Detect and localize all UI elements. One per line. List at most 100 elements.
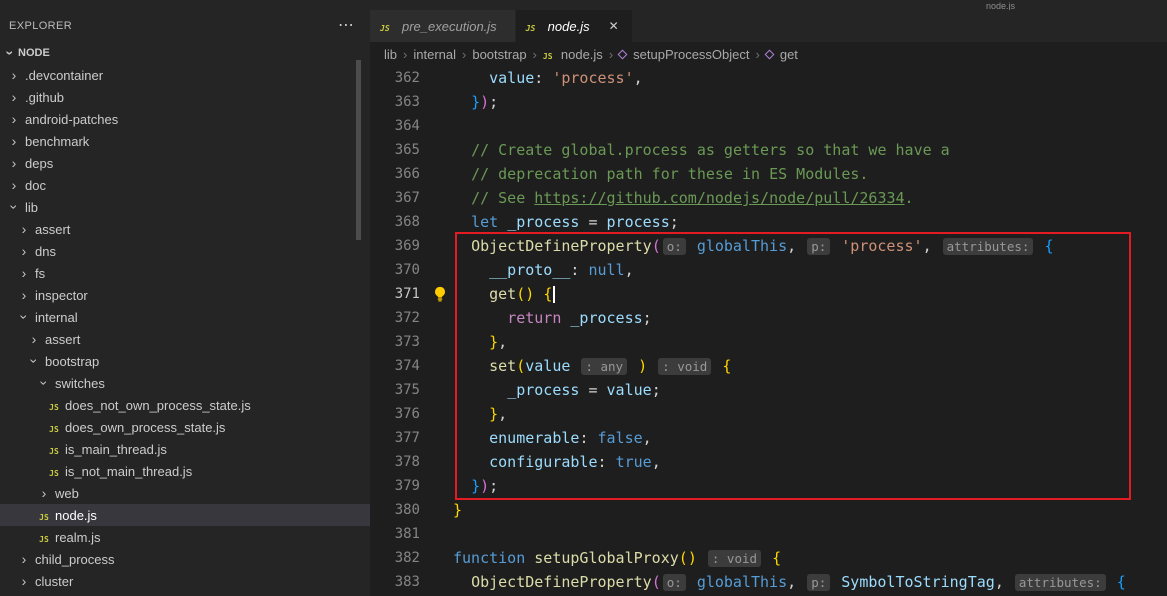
code-line-364[interactable]: 364	[370, 114, 1167, 138]
code-line-370[interactable]: 370 __proto__: null,	[370, 258, 1167, 282]
code-line-372[interactable]: 372 return _process;	[370, 306, 1167, 330]
tree-folder-cluster[interactable]: cluster	[0, 570, 370, 592]
code-text: let _process = process;	[453, 213, 679, 231]
close-icon[interactable]: ✕	[606, 19, 622, 33]
line-number: 370	[370, 262, 420, 278]
tree-folder-bootstrap[interactable]: bootstrap	[0, 350, 370, 372]
tree-item-label: fs	[35, 266, 45, 281]
tree-item-label: dns	[35, 244, 56, 259]
chevron-right-icon	[16, 265, 32, 281]
sidebar-scrollbar[interactable]	[356, 60, 361, 240]
code-line-376[interactable]: 376 },	[370, 402, 1167, 426]
editor-pane: pre_execution.jsnode.js✕ libinternalboot…	[370, 10, 1167, 596]
code-text: });	[453, 93, 498, 111]
breadcrumb-label: lib	[384, 47, 397, 62]
chevron-down-icon	[16, 309, 32, 325]
chevron-right-icon	[6, 133, 22, 149]
chevron-right-icon	[403, 47, 407, 62]
tree-file-is_not_main_thread.js[interactable]: is_not_main_thread.js	[0, 460, 370, 482]
code-line-369[interactable]: 369 ObjectDefineProperty(o: globalThis, …	[370, 234, 1167, 258]
line-number: 363	[370, 94, 420, 110]
line-number: 371	[370, 286, 420, 302]
code-line-379[interactable]: 379 });	[370, 474, 1167, 498]
explorer-title: EXPLORER	[9, 20, 72, 32]
text-cursor	[553, 286, 555, 303]
tree-item-label: benchmark	[25, 134, 89, 149]
code-line-362[interactable]: 362 value: 'process',	[370, 66, 1167, 90]
code-line-382[interactable]: 382function setupGlobalProxy() : void {	[370, 546, 1167, 570]
line-number: 382	[370, 550, 420, 566]
tree-folder-benchmark[interactable]: benchmark	[0, 130, 370, 152]
breadcrumb-item-bootstrap[interactable]: bootstrap	[472, 47, 526, 62]
line-number: 367	[370, 190, 420, 206]
tree-folder-doc[interactable]: doc	[0, 174, 370, 196]
tree-file-does_own_process_state.js[interactable]: does_own_process_state.js	[0, 416, 370, 438]
code-line-378[interactable]: 378 configurable: true,	[370, 450, 1167, 474]
js-file-icon	[46, 464, 62, 479]
chevron-right-icon	[6, 67, 22, 83]
breadcrumb-item-node.js[interactable]: node.js	[543, 47, 603, 62]
code-line-375[interactable]: 375 _process = value;	[370, 378, 1167, 402]
tree-folder-switches[interactable]: switches	[0, 372, 370, 394]
tree-file-realm.js[interactable]: realm.js	[0, 526, 370, 548]
code-line-380[interactable]: 380}	[370, 498, 1167, 522]
js-file-icon	[46, 420, 62, 435]
tree-folder-assert[interactable]: assert	[0, 328, 370, 350]
tree-folder-inspector[interactable]: inspector	[0, 284, 370, 306]
tree-item-label: is_main_thread.js	[65, 442, 167, 457]
section-header-node[interactable]: NODE	[0, 42, 370, 64]
breadcrumb-item-internal[interactable]: internal	[413, 47, 456, 62]
tree-folder-assert[interactable]: assert	[0, 218, 370, 240]
line-number: 366	[370, 166, 420, 182]
tree-folder-fs[interactable]: fs	[0, 262, 370, 284]
code-line-373[interactable]: 373 },	[370, 330, 1167, 354]
breadcrumb-label: internal	[413, 47, 456, 62]
line-number: 378	[370, 454, 420, 470]
tree-folder-deps[interactable]: deps	[0, 152, 370, 174]
lightbulb-icon[interactable]	[432, 286, 448, 302]
code-line-374[interactable]: 374 set(value : any ) : void {	[370, 354, 1167, 378]
line-number: 375	[370, 382, 420, 398]
tab-node.js[interactable]: node.js ✕	[516, 10, 633, 42]
explorer-header: EXPLORER ⋯	[0, 10, 370, 42]
tree-file-is_main_thread.js[interactable]: is_main_thread.js	[0, 438, 370, 460]
tab-label: node.js	[548, 19, 590, 34]
tree-folder-dns[interactable]: dns	[0, 240, 370, 262]
chevron-right-icon	[756, 47, 760, 62]
tree-file-does_not_own_process_state.js[interactable]: does_not_own_process_state.js	[0, 394, 370, 416]
tree-folder-.github[interactable]: .github	[0, 86, 370, 108]
line-number: 381	[370, 526, 420, 542]
code-line-363[interactable]: 363 });	[370, 90, 1167, 114]
js-file-icon	[36, 530, 52, 545]
code-line-367[interactable]: 367 // See https://github.com/nodejs/nod…	[370, 186, 1167, 210]
tree-item-label: assert	[35, 222, 70, 237]
breadcrumb-label: setupProcessObject	[633, 47, 749, 62]
tree-item-label: internal	[35, 310, 78, 325]
code-line-368[interactable]: 368 let _process = process;	[370, 210, 1167, 234]
tree-folder-web[interactable]: web	[0, 482, 370, 504]
tree-folder-lib[interactable]: lib	[0, 196, 370, 218]
code-line-381[interactable]: 381	[370, 522, 1167, 546]
file-tree: .devcontainer .github android-patches bench…	[0, 64, 370, 592]
breadcrumb-item-setupProcessObject[interactable]: setupProcessObject	[619, 47, 749, 62]
tree-folder-child_process[interactable]: child_process	[0, 548, 370, 570]
tree-folder-android-patches[interactable]: android-patches	[0, 108, 370, 130]
code-line-365[interactable]: 365 // Create global.process as getters …	[370, 138, 1167, 162]
chevron-right-icon	[6, 155, 22, 171]
breadcrumb-item-get[interactable]: get	[766, 47, 798, 62]
code-line-366[interactable]: 366 // deprecation path for these in ES …	[370, 162, 1167, 186]
method-icon	[764, 49, 774, 59]
tree-item-label: .devcontainer	[25, 68, 103, 83]
code-line-377[interactable]: 377 enumerable: false,	[370, 426, 1167, 450]
breadcrumb-item-lib[interactable]: lib	[384, 47, 397, 62]
code-line-383[interactable]: 383 ObjectDefineProperty(o: globalThis, …	[370, 570, 1167, 594]
tree-item-label: .github	[25, 90, 64, 105]
tree-file-node.js[interactable]: node.js	[0, 504, 370, 526]
tab-pre_execution.js[interactable]: pre_execution.js	[370, 10, 516, 42]
more-actions-icon[interactable]: ⋯	[338, 21, 354, 31]
title-bar: node.js	[0, 0, 1167, 10]
tree-folder-internal[interactable]: internal	[0, 306, 370, 328]
code-text: _process = value;	[453, 381, 661, 399]
code-line-371[interactable]: 371 get() {	[370, 282, 1167, 306]
tree-folder-.devcontainer[interactable]: .devcontainer	[0, 64, 370, 86]
